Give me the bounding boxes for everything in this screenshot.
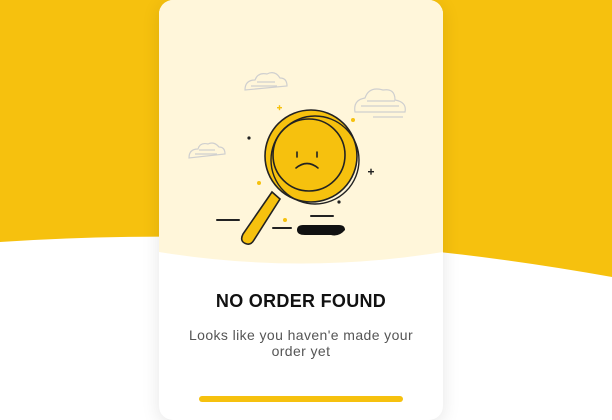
cloud-icon xyxy=(354,88,406,118)
empty-state-message: Looks like you haven'e made your order y… xyxy=(188,327,414,359)
action-button-edge[interactable] xyxy=(199,396,403,402)
empty-state-title: NO ORDER FOUND xyxy=(215,291,387,311)
cloud-icon xyxy=(244,72,288,91)
cloud-icon xyxy=(188,142,226,159)
magnifier-sad-face-icon xyxy=(188,72,406,245)
empty-orders-card: NO ORDER FOUND Looks like you haven'e ma… xyxy=(159,0,443,420)
